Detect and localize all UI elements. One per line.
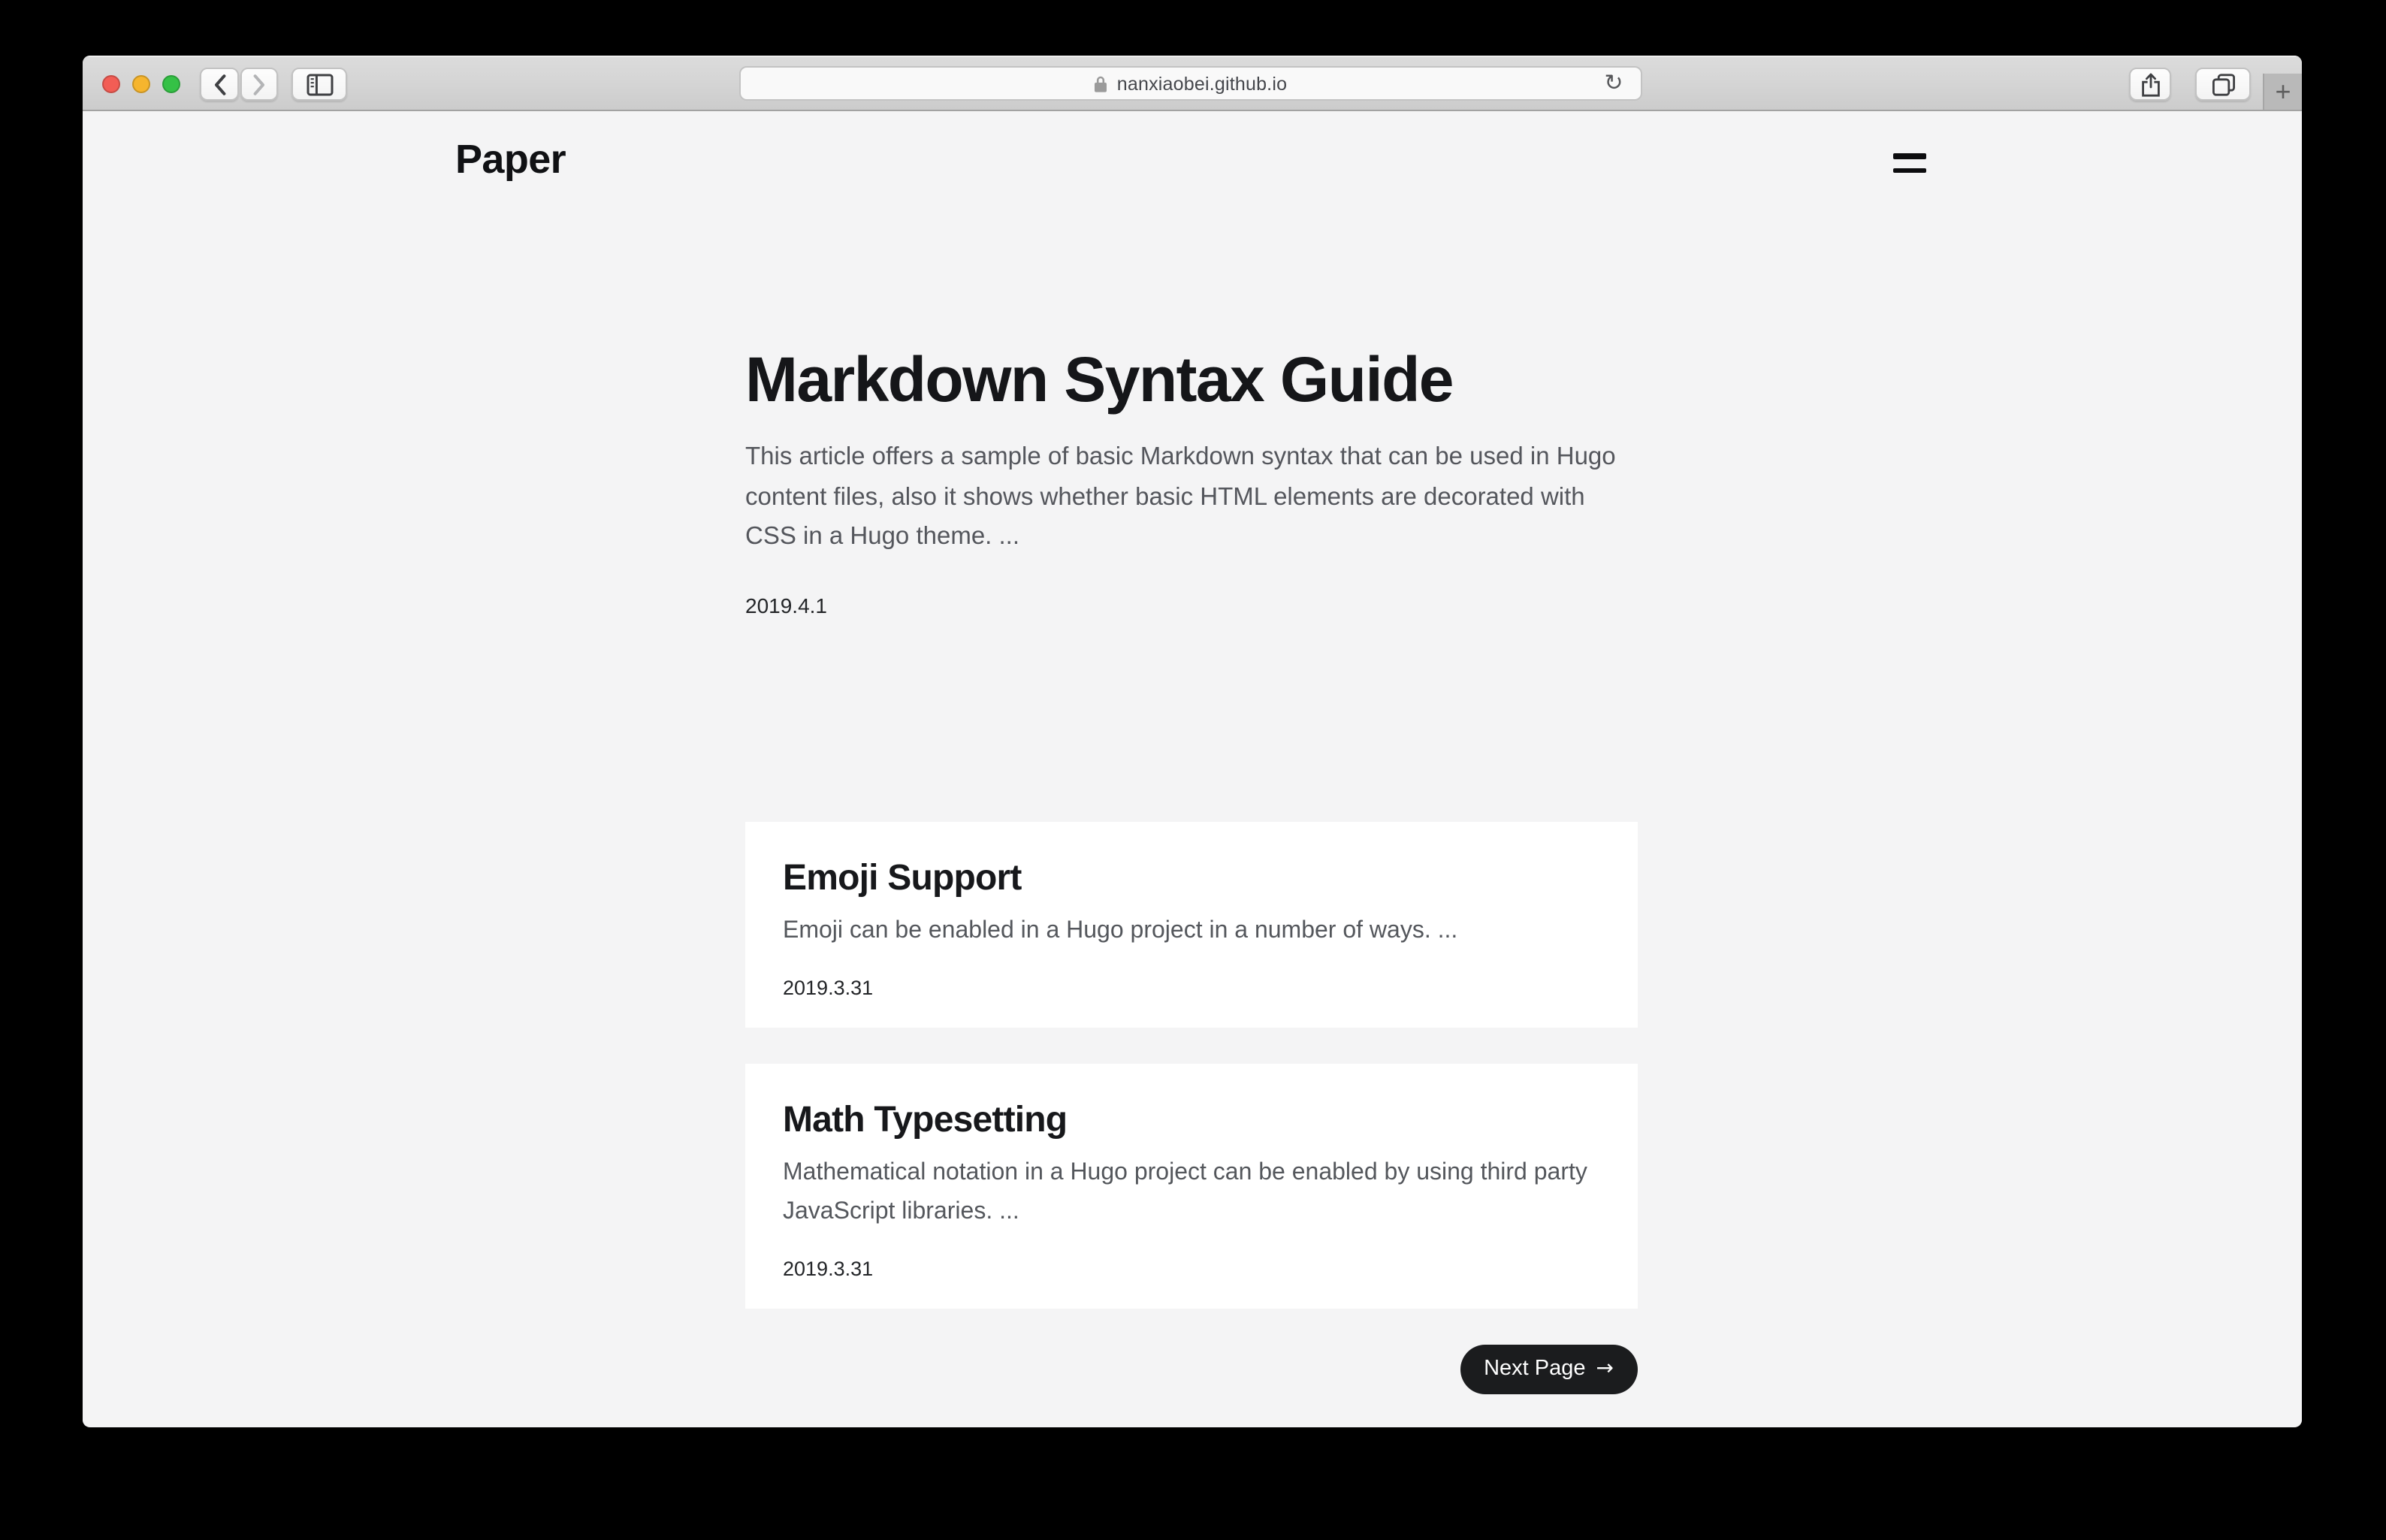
- minimize-window-button[interactable]: [132, 75, 150, 93]
- post-excerpt: Mathematical notation in a Hugo project …: [783, 1153, 1600, 1231]
- window-controls: [102, 75, 180, 93]
- post-title[interactable]: Emoji Support: [783, 856, 1600, 899]
- pagination: Next Page →: [745, 1344, 1638, 1394]
- browser-toolbar: nanxiaobei.github.io ↻ +: [83, 56, 2302, 111]
- show-all-tabs-button[interactable]: [2195, 68, 2251, 101]
- next-page-button[interactable]: Next Page →: [1460, 1344, 1638, 1394]
- post-card: Math Typesetting Mathematical notation i…: [745, 1063, 1638, 1308]
- featured-post-excerpt: This article offers a sample of basic Ma…: [745, 437, 1638, 557]
- featured-post-title[interactable]: Markdown Syntax Guide: [745, 344, 1638, 416]
- close-window-button[interactable]: [102, 75, 120, 93]
- page-content: Paper Markdown Syntax Guide This article…: [83, 111, 2302, 1426]
- post-excerpt: Emoji can be enabled in a Hugo project i…: [783, 911, 1600, 950]
- site-logo[interactable]: Paper: [455, 135, 566, 183]
- share-button[interactable]: [2129, 68, 2171, 101]
- plus-icon: +: [2275, 76, 2291, 107]
- forward-button[interactable]: [240, 68, 278, 101]
- lock-icon: [1095, 74, 1108, 92]
- post-date: 2019.3.31: [783, 1254, 1600, 1282]
- chevron-right-icon: [252, 73, 266, 95]
- arrow-right-icon: →: [1596, 1357, 1614, 1381]
- featured-post-date: 2019.4.1: [745, 590, 1638, 620]
- post-date: 2019.3.31: [783, 973, 1600, 1001]
- tabs-icon: [2211, 73, 2235, 95]
- address-bar[interactable]: nanxiaobei.github.io ↻: [739, 66, 1642, 101]
- new-tab-button[interactable]: +: [2263, 74, 2302, 110]
- post-list: Markdown Syntax Guide This article offer…: [745, 111, 1638, 1394]
- refresh-button[interactable]: ↻: [1599, 69, 1629, 98]
- chevron-left-icon: [213, 73, 226, 95]
- screen: nanxiaobei.github.io ↻ + Paper: [0, 0, 2386, 1540]
- safari-window: nanxiaobei.github.io ↻ + Paper: [83, 56, 2302, 1427]
- post-title[interactable]: Math Typesetting: [783, 1098, 1600, 1141]
- next-page-label: Next Page: [1484, 1357, 1585, 1381]
- sidebar-icon: [306, 73, 333, 95]
- share-icon: [2140, 71, 2160, 97]
- url-text: nanxiaobei.github.io: [1117, 73, 1287, 94]
- menu-button[interactable]: [1893, 153, 1926, 173]
- sidebar-toggle-button[interactable]: [291, 68, 347, 101]
- post-card: Emoji Support Emoji can be enabled in a …: [745, 821, 1638, 1027]
- back-button[interactable]: [200, 68, 239, 101]
- zoom-window-button[interactable]: [162, 75, 180, 93]
